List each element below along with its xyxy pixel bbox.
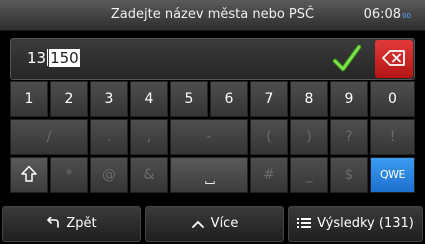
qwe-layout-button[interactable]: QWE: [370, 157, 415, 193]
shift-arrow-icon: [21, 165, 37, 182]
key-hash: #: [250, 157, 288, 193]
key-dollar: $: [330, 157, 368, 193]
results-label: Výsledky (131): [317, 216, 414, 231]
key-0[interactable]: 0: [370, 81, 415, 117]
more-button[interactable]: Více: [145, 206, 284, 242]
autocomplete-suggestion: 150: [49, 49, 80, 67]
typed-text: 13: [27, 49, 47, 67]
key-1[interactable]: 1: [10, 81, 48, 117]
key-question: ?: [330, 119, 368, 155]
key-4[interactable]: 4: [130, 81, 168, 117]
clock-time: 06:08: [363, 7, 402, 22]
keyboard-row-punctuation: / . , - ( ) ? !: [10, 119, 415, 155]
key-2[interactable]: 2: [50, 81, 88, 117]
space-key[interactable]: [170, 157, 248, 193]
search-input[interactable]: 13 150: [27, 49, 80, 67]
text-caret: [47, 49, 49, 66]
key-9[interactable]: 9: [330, 81, 368, 117]
key-paren-close: ): [290, 119, 328, 155]
keyboard-row-symbols: * @ & # _ $ €: [10, 157, 415, 193]
space-icon: [205, 181, 215, 184]
status-bar: Zadejte název města nebo PSČ 06:0800: [0, 0, 425, 31]
back-arrow-icon: [47, 216, 60, 228]
clock-seconds: 00: [402, 12, 411, 20]
bottom-bar: Zpět Více Výsledky (131): [0, 204, 425, 244]
shift-key[interactable]: [10, 157, 48, 193]
search-input-bar: 13 150: [10, 38, 415, 80]
results-button[interactable]: Výsledky (131): [288, 206, 423, 242]
chevron-up-icon: [191, 221, 204, 228]
key-slash: /: [10, 119, 88, 155]
keyboard-row-digits: 1 2 3 4 5 6 7 8 9 0: [10, 81, 415, 117]
back-label: Zpět: [66, 216, 97, 231]
backspace-button[interactable]: [375, 40, 413, 78]
key-hyphen: -: [170, 119, 248, 155]
more-label: Více: [210, 216, 239, 231]
backspace-icon: [382, 50, 405, 66]
screen-title: Zadejte název města nebo PSČ: [110, 7, 315, 22]
key-ampersand: &: [130, 157, 168, 193]
key-comma: ,: [130, 119, 168, 155]
key-5[interactable]: 5: [170, 81, 208, 117]
key-underscore: _: [290, 157, 328, 193]
key-period: .: [90, 119, 128, 155]
key-6[interactable]: 6: [210, 81, 248, 117]
key-paren-open: (: [250, 119, 288, 155]
key-asterisk: *: [50, 157, 88, 193]
key-8[interactable]: 8: [290, 81, 328, 117]
key-3[interactable]: 3: [90, 81, 128, 117]
key-exclamation: !: [370, 119, 415, 155]
confirm-button[interactable]: [332, 44, 362, 74]
key-at: @: [90, 157, 128, 193]
clock: 06:0800: [364, 7, 411, 22]
back-button[interactable]: Zpět: [2, 206, 141, 242]
list-icon: [297, 218, 312, 228]
checkmark-icon: [332, 44, 362, 72]
key-7[interactable]: 7: [250, 81, 288, 117]
